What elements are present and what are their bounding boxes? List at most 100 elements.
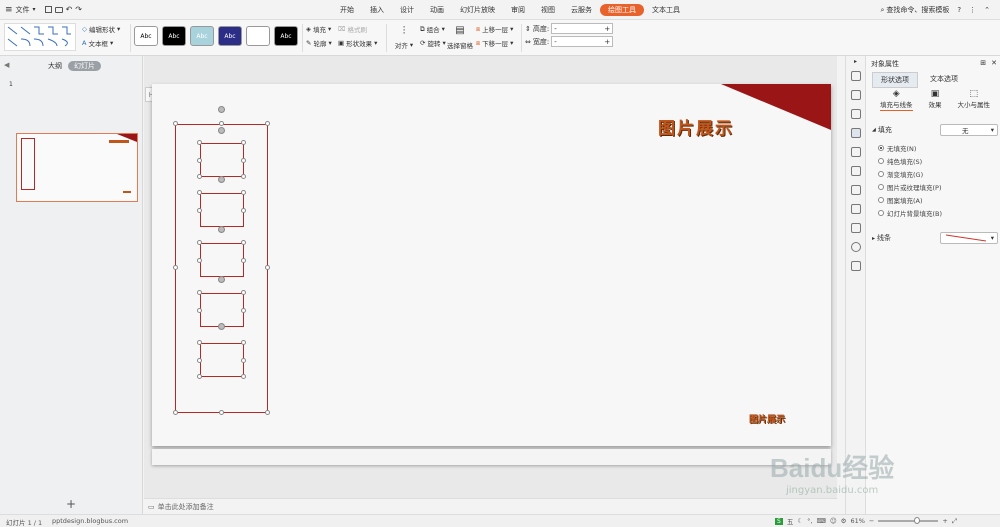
tab-drawing-tools[interactable]: 绘图工具 [600,4,644,16]
shape-style-6[interactable]: Abc [274,26,298,46]
shape-effect-button[interactable]: ▣ 形状效果 ▾ [338,37,377,49]
more-icon[interactable]: ⋮ [969,6,976,14]
tab-shape-options[interactable]: 形状选项 [872,72,918,88]
resize-handle[interactable] [241,158,246,163]
settings-icon[interactable]: ⚙ [841,517,847,525]
shape-style-3[interactable]: Abc [190,26,214,46]
resize-handle[interactable] [173,265,178,270]
tab-text-options[interactable]: 文本选项 [918,72,970,88]
image-placeholder-5[interactable] [200,343,244,377]
properties-icon[interactable] [850,128,861,138]
fill-option-gradient[interactable]: 渐变填充(G) [878,167,942,180]
rotate-handle[interactable] [218,127,225,134]
zoom-out-icon[interactable]: − [869,517,874,525]
fill-button[interactable]: ◈ 填充 ▾ [306,23,332,35]
ime-mode-icon[interactable]: 五 [787,516,794,526]
rotate-button[interactable]: ⟳ 旋转 ▾ [420,37,446,49]
expand-arrow-icon[interactable]: ◢ [872,127,876,133]
slide-title[interactable]: 图片展示 [658,114,734,139]
copy-icon[interactable] [850,90,861,100]
help-icon[interactable]: ? [957,6,961,14]
resize-handle[interactable] [241,208,246,213]
resize-handle[interactable] [173,121,178,126]
resize-handle[interactable] [197,374,202,379]
fill-dropdown[interactable]: 无 ▾ [940,124,998,136]
rotate-handle[interactable] [218,276,225,283]
resize-handle[interactable] [241,340,246,345]
expand-arrow-icon[interactable]: ▸ [872,235,875,242]
rotate-handle[interactable] [218,106,225,113]
document-icon[interactable] [850,147,861,157]
resize-handle[interactable] [197,158,202,163]
resize-handle[interactable] [265,121,270,126]
share-icon[interactable] [850,204,861,214]
shape-style-1[interactable]: Abc [134,26,158,46]
align-button[interactable]: ⫶ 对齐 ▾ [390,23,418,51]
shape-icon[interactable] [850,109,861,119]
resize-handle[interactable] [241,174,246,179]
resize-handle[interactable] [197,190,202,195]
keyboard-icon[interactable]: ⌨ [816,517,825,525]
resize-handle[interactable] [197,308,202,313]
edit-shape-button[interactable]: ◇ 编辑形状 ▾ [82,23,120,35]
resize-handle[interactable] [173,410,178,415]
zoom-in-icon[interactable]: + [942,517,947,525]
fill-option-none[interactable]: 无填充(N) [878,141,942,154]
tab-home[interactable]: 开始 [332,4,362,16]
image-placeholder-4[interactable] [200,293,244,327]
resize-handle[interactable] [241,190,246,195]
tab-view[interactable]: 视图 [533,4,563,16]
resize-handle[interactable] [265,265,270,270]
resize-handle[interactable] [241,240,246,245]
tab-text-tools[interactable]: 文本工具 [644,4,688,16]
line-dropdown[interactable]: ▾ [940,232,998,244]
resize-handle[interactable] [219,410,224,415]
resize-handle[interactable] [241,358,246,363]
shapes-gallery[interactable] [4,23,76,51]
rotate-handle[interactable] [218,176,225,183]
rotate-handle[interactable] [218,226,225,233]
subtab-size[interactable]: ⬚ 大小与属性 [958,89,991,111]
fill-option-pattern[interactable]: 图案填充(A) [878,193,942,206]
notes-placeholder[interactable]: 单击此处添加备注 [158,502,214,512]
resize-handle[interactable] [197,240,202,245]
resize-handle[interactable] [219,121,224,126]
slide-thumbnail[interactable] [16,133,138,202]
height-input[interactable]: - + [551,23,614,34]
hamburger-icon[interactable]: ≡ [5,5,13,15]
resize-handle[interactable] [197,140,202,145]
image-placeholder-3[interactable] [200,243,244,277]
resize-handle[interactable] [241,290,246,295]
collapse-ribbon-icon[interactable]: ⌃ [984,6,990,14]
fill-option-picture[interactable]: 图片或纹理填充(P) [878,180,942,193]
resize-handle[interactable] [197,290,202,295]
shape-style-5[interactable]: Abc [246,26,270,46]
format-painter-button[interactable]: ⌧ 格式刷 [338,23,377,35]
resize-handle[interactable] [241,140,246,145]
undo-icon[interactable]: ↶ [66,5,73,14]
group-button[interactable]: ⧉ 组合 ▾ [420,23,446,35]
history-icon[interactable] [850,223,861,233]
image-placeholder-1[interactable] [200,143,244,177]
resize-handle[interactable] [197,340,202,345]
tab-insert[interactable]: 插入 [362,4,392,16]
bring-forward-button[interactable]: ⧈ 上移一层 ▾ [476,23,513,35]
resize-handle[interactable] [197,258,202,263]
slide-bottom-text[interactable]: 图片展示 [749,412,785,425]
file-menu-label[interactable]: 文件 [16,5,30,15]
outline-button[interactable]: ✎ 轮廓 ▾ [306,37,332,49]
close-icon[interactable]: ✕ [991,59,997,69]
text-box-button[interactable]: A 文本框 ▾ [82,37,120,49]
star-icon[interactable] [850,166,861,176]
punctuation-icon[interactable]: °, [807,517,812,525]
tab-review[interactable]: 审阅 [503,4,533,16]
expand-icon[interactable]: ▸ [846,58,865,65]
resize-handle[interactable] [241,308,246,313]
print-icon[interactable] [54,6,63,13]
search-command[interactable]: ⌕ 查找命令、搜索模板 [880,5,949,15]
resize-handle[interactable] [241,374,246,379]
tab-slideshow[interactable]: 幻灯片放映 [452,4,503,16]
image-placeholder-2[interactable] [200,193,244,227]
notes-bar[interactable]: ▭ 单击此处添加备注 [144,498,837,514]
tab-design[interactable]: 设计 [392,4,422,16]
